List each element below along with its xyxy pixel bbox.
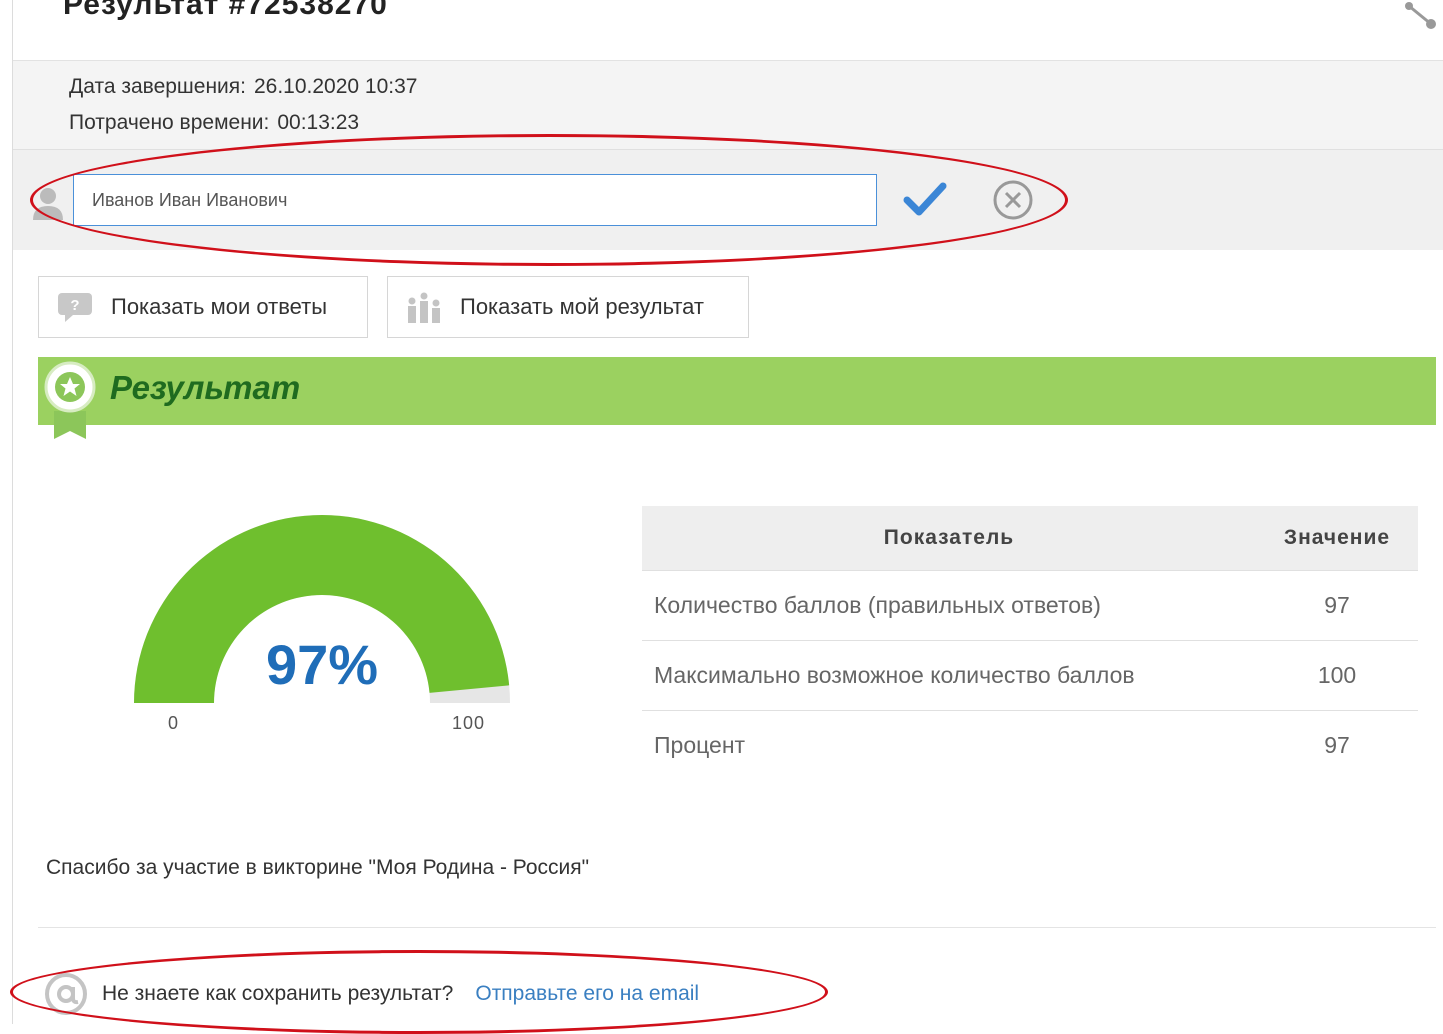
email-save-row: Не знаете как сохранить результат? Отпра…: [44, 972, 699, 1016]
divider: [38, 927, 1436, 928]
row-name: Количество баллов (правильных ответов): [642, 570, 1256, 641]
email-question: Не знаете как сохранить результат?: [102, 982, 454, 1005]
result-title: Результат: [110, 369, 301, 406]
completion-date: Дата завершения: 26.10.2020 10:37: [69, 75, 417, 99]
show-result-button[interactable]: Показать мой результат: [387, 276, 749, 338]
user-icon: [33, 188, 63, 220]
table-row: Процент 97: [642, 710, 1418, 780]
row-value: 97: [1256, 710, 1418, 780]
page-title: Результат #72538270: [63, 0, 388, 21]
award-ribbon-icon: [44, 361, 96, 439]
gauge-min-label: 0: [168, 713, 180, 733]
completion-date-label: Дата завершения:: [69, 75, 246, 98]
svg-text:?: ?: [70, 297, 79, 314]
team-stats-icon: [408, 292, 440, 323]
table-row: Количество баллов (правильных ответов) 9…: [642, 570, 1418, 641]
time-spent: Потрачено времени: 00:13:23: [69, 111, 359, 135]
at-sign-icon: [45, 973, 87, 1015]
score-gauge: [134, 515, 510, 703]
result-banner: Результат: [38, 357, 1436, 439]
header-value: Значение: [1256, 506, 1418, 571]
show-result-label: Показать мой результат: [460, 294, 704, 319]
cancel-button[interactable]: [991, 178, 1035, 222]
row-name: Максимально возможное количество баллов: [642, 640, 1256, 711]
show-answers-label: Показать мои ответы: [111, 294, 328, 319]
row-name: Процент: [642, 710, 1256, 780]
completion-date-value: 26.10.2020 10:37: [253, 75, 418, 98]
score-percent: 97%: [265, 633, 379, 696]
question-bubble-icon: ?: [58, 293, 92, 322]
page-header: Результат #72538270: [13, 0, 1443, 61]
gauge-max-label: 100: [452, 713, 486, 733]
table-header-row: Показатель Значение: [642, 506, 1418, 571]
share-icon[interactable]: [1399, 0, 1439, 40]
results-table: Показатель Значение Количество баллов (п…: [642, 506, 1418, 780]
row-value: 100: [1256, 640, 1418, 711]
thanks-message: Спасибо за участие в викторине "Моя Роди…: [46, 856, 590, 879]
table-row: Максимально возможное количество баллов …: [642, 640, 1418, 711]
show-answers-button[interactable]: ? Показать мои ответы: [38, 276, 368, 338]
header-indicator: Показатель: [642, 506, 1256, 571]
time-spent-label: Потрачено времени:: [69, 111, 270, 134]
name-input[interactable]: [73, 174, 877, 226]
row-value: 97: [1256, 570, 1418, 641]
confirm-check-button[interactable]: [903, 180, 947, 220]
name-edit-row: [13, 150, 1443, 250]
result-meta: Дата завершения: 26.10.2020 10:37 Потраче…: [13, 61, 1443, 150]
send-email-link[interactable]: Отправьте его на email: [475, 982, 699, 1006]
time-spent-value: 00:13:23: [277, 111, 360, 134]
